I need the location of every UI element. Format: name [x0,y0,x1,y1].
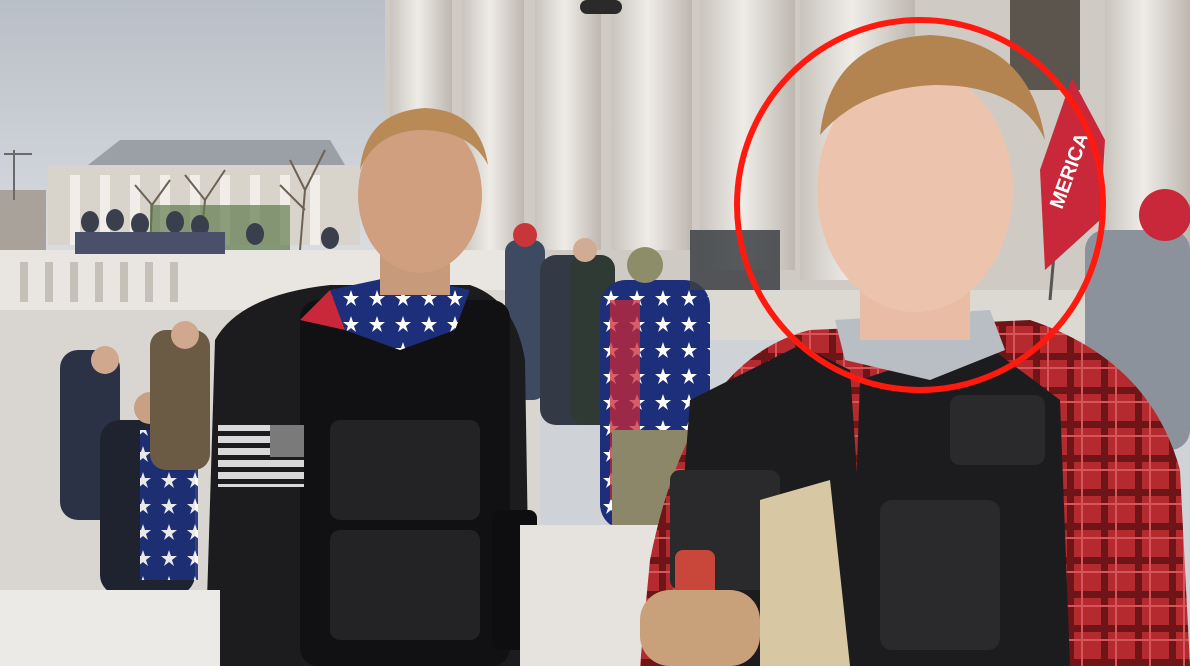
us-flag-patch-icon [218,425,304,487]
photo-illustration: MERICA [0,0,1190,666]
photo-scene: MERICA [0,0,1190,666]
stone-ledge [0,590,220,666]
